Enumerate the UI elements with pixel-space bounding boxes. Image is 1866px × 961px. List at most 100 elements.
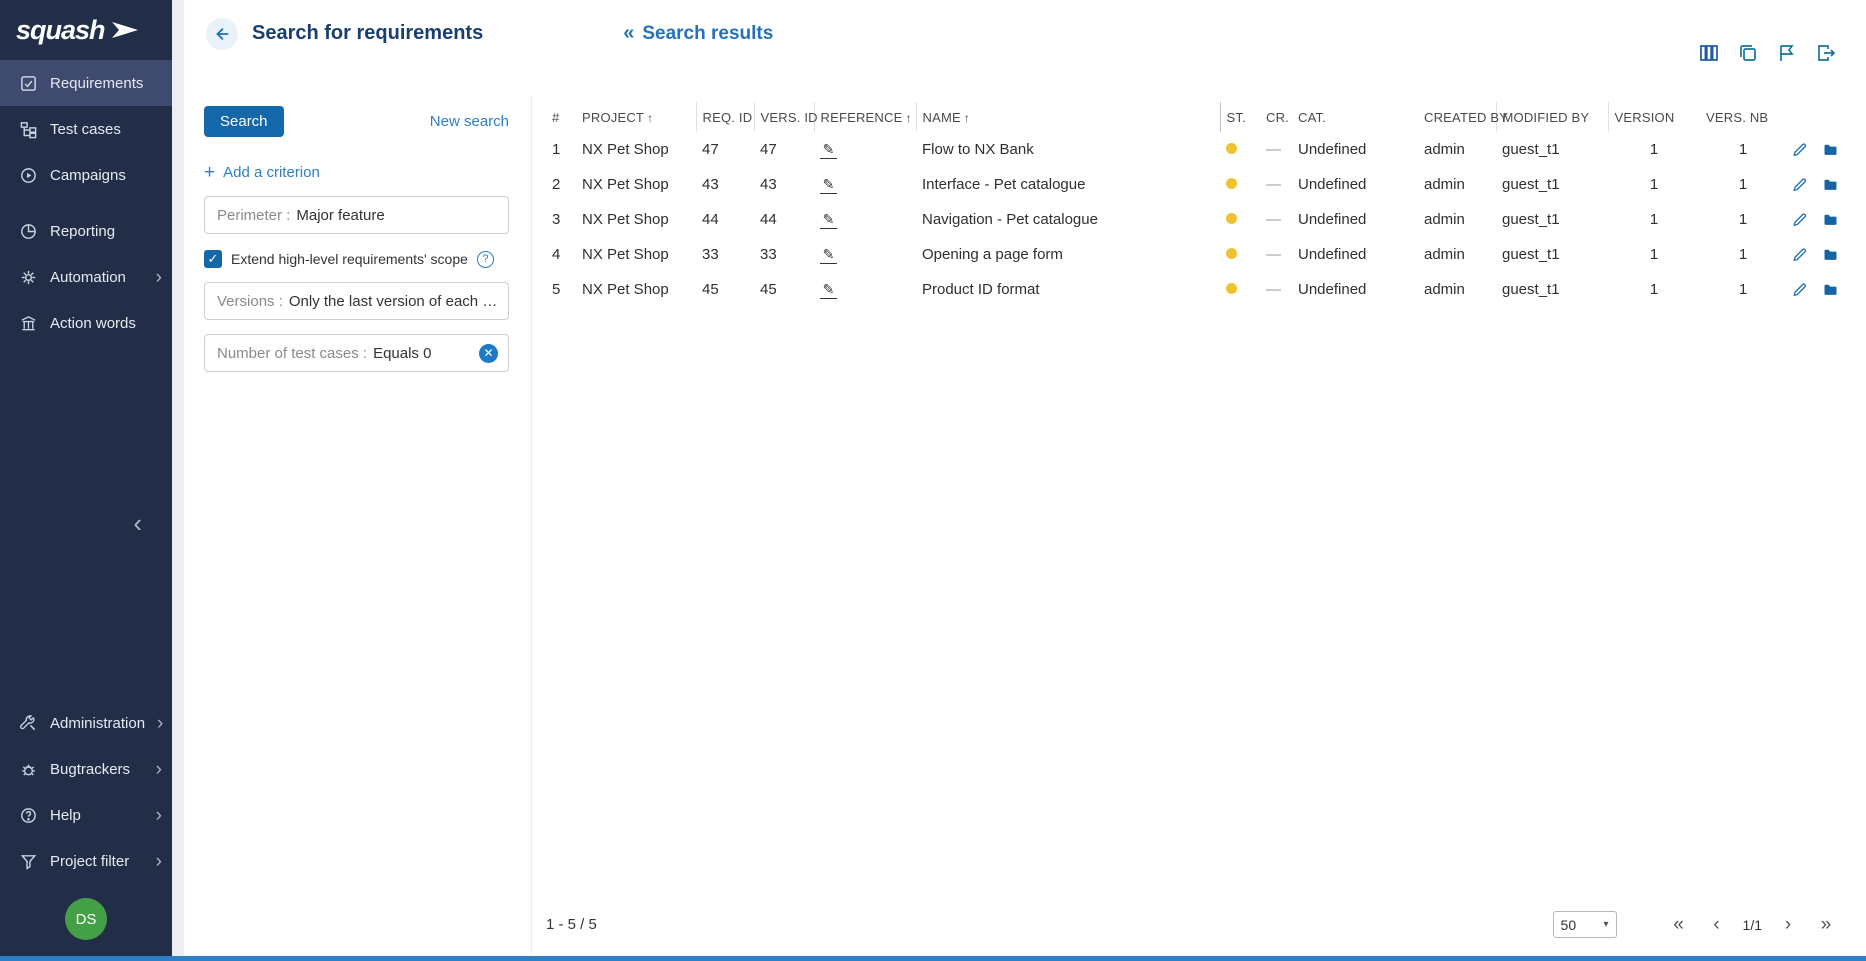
back-button[interactable] <box>206 18 238 50</box>
criterion-label: Perimeter : <box>217 207 290 224</box>
avatar[interactable]: DS <box>65 898 107 940</box>
sidebar-item-action-words[interactable]: Action words <box>0 300 172 346</box>
cell-name[interactable]: Flow to NX Bank <box>916 132 1220 167</box>
col-header-vers-nb[interactable]: VERS. NB <box>1700 102 1786 132</box>
edit-reference-icon[interactable]: ✎ <box>820 281 837 299</box>
status-dot-icon <box>1226 283 1237 294</box>
folder-icon[interactable] <box>1823 176 1838 194</box>
sidebar-item-requirements[interactable]: Requirements <box>0 60 172 106</box>
extend-scope-checkbox[interactable]: ✓ <box>204 250 222 268</box>
folder-icon[interactable] <box>1823 141 1838 159</box>
search-button[interactable]: Search <box>204 106 284 137</box>
sidebar-item-help[interactable]: Help › <box>0 792 172 838</box>
col-header-modified-by[interactable]: MODIFIED BY <box>1496 102 1608 132</box>
edit-pencil-icon[interactable] <box>1792 211 1807 229</box>
page-header: Search for requirements « Search results <box>184 0 1866 82</box>
col-header-req-id[interactable]: REQ. ID <box>696 102 754 132</box>
cell-num: 4 <box>546 237 576 272</box>
export-button[interactable] <box>1814 42 1838 66</box>
cell-reference: ✎ <box>814 132 916 167</box>
col-header-category[interactable]: CAT. <box>1292 102 1418 132</box>
table-row[interactable]: 3 NX Pet Shop 44 44 ✎ Navigation - Pet c… <box>546 202 1846 237</box>
result-range: 1 - 5 / 5 <box>546 916 597 933</box>
duplicate-button[interactable] <box>1736 42 1760 66</box>
edit-reference-icon[interactable]: ✎ <box>820 176 837 194</box>
edit-pencil-icon[interactable] <box>1792 281 1807 299</box>
col-header-status[interactable]: ST. <box>1220 102 1260 132</box>
col-header-criticality[interactable]: CR. <box>1260 102 1292 132</box>
remove-criterion-button[interactable]: ✕ <box>479 344 498 363</box>
next-page-button[interactable]: › <box>1776 913 1800 937</box>
test-cases-icon <box>18 119 38 139</box>
folder-icon[interactable] <box>1823 281 1838 299</box>
search-results-label: Search results <box>642 23 773 45</box>
add-criterion-link[interactable]: + Add a criterion <box>204 163 509 182</box>
first-page-button[interactable]: « <box>1667 913 1691 937</box>
col-header-version[interactable]: VERSION <box>1608 102 1700 132</box>
criterion-test-case-count[interactable]: Number of test cases : Equals 0 ✕ <box>204 334 509 372</box>
edit-reference-icon[interactable]: ✎ <box>820 211 837 229</box>
sidebar-item-label: Campaigns <box>50 167 126 184</box>
page-size-select[interactable]: 50 ▾ <box>1553 911 1617 938</box>
cell-status <box>1220 132 1260 167</box>
cell-name[interactable]: Product ID format <box>916 272 1220 307</box>
sidebar-item-campaigns[interactable]: Campaigns <box>0 152 172 198</box>
sidebar-item-label: Automation <box>50 269 126 286</box>
cell-category: Undefined <box>1292 237 1418 272</box>
cell-actions <box>1786 202 1846 237</box>
logo-arrow-icon <box>111 19 139 41</box>
search-results-link[interactable]: « Search results <box>623 22 773 45</box>
table-row[interactable]: 2 NX Pet Shop 43 43 ✎ Interface - Pet ca… <box>546 167 1846 202</box>
sidebar-item-automation[interactable]: Automation › <box>0 254 172 300</box>
col-header-name[interactable]: NAME↑ <box>916 102 1220 132</box>
sidebar-item-reporting[interactable]: Reporting <box>0 208 172 254</box>
cell-name[interactable]: Interface - Pet catalogue <box>916 167 1220 202</box>
table-row[interactable]: 4 NX Pet Shop 33 33 ✎ Opening a page for… <box>546 237 1846 272</box>
sidebar-item-test-cases[interactable]: Test cases <box>0 106 172 152</box>
col-header-vers-id[interactable]: VERS. ID <box>754 102 814 132</box>
cell-name[interactable]: Navigation - Pet catalogue <box>916 202 1220 237</box>
cell-project: NX Pet Shop <box>576 202 696 237</box>
bottom-accent-bar <box>0 956 1866 961</box>
sidebar-item-project-filter[interactable]: Project filter › <box>0 838 172 884</box>
folder-icon[interactable] <box>1823 211 1838 229</box>
edit-pencil-icon[interactable] <box>1792 246 1807 264</box>
criterion-versions[interactable]: Versions : Only the last version of each… <box>204 282 509 320</box>
edit-reference-icon[interactable]: ✎ <box>820 141 837 159</box>
sidebar-item-bugtrackers[interactable]: Bugtrackers › <box>0 746 172 792</box>
edit-pencil-icon[interactable] <box>1792 176 1807 194</box>
table-header-row: # PROJECT↑ REQ. ID VERS. ID REFERENCE↑ N… <box>546 102 1846 132</box>
cell-modified-by: guest_t1 <box>1496 237 1608 272</box>
edit-reference-icon[interactable]: ✎ <box>820 246 837 264</box>
configure-columns-button[interactable] <box>1697 42 1721 66</box>
sidebar-item-administration[interactable]: Administration › <box>0 700 172 746</box>
edit-pencil-icon[interactable] <box>1792 141 1807 159</box>
help-question-icon[interactable]: ? <box>477 251 494 268</box>
sidebar-item-label: Administration <box>50 715 145 732</box>
menu-group-gap <box>0 198 172 208</box>
squash-logo[interactable]: squash <box>0 0 172 60</box>
chevron-down-icon: ▾ <box>1604 919 1609 930</box>
folder-icon[interactable] <box>1823 246 1838 264</box>
criterion-perimeter[interactable]: Perimeter : Major feature <box>204 196 509 234</box>
table-row[interactable]: 5 NX Pet Shop 45 45 ✎ Product ID format … <box>546 272 1846 307</box>
cell-version: 1 <box>1608 272 1700 307</box>
col-header-project[interactable]: PROJECT↑ <box>576 102 696 132</box>
cell-name[interactable]: Opening a page form <box>916 237 1220 272</box>
col-header-num[interactable]: # <box>546 102 576 132</box>
table-row[interactable]: 1 NX Pet Shop 47 47 ✎ Flow to NX Bank — … <box>546 132 1846 167</box>
cell-modified-by: guest_t1 <box>1496 167 1608 202</box>
sidebar-collapse-button[interactable]: ‹ <box>133 510 142 536</box>
prev-page-button[interactable]: ‹ <box>1705 913 1729 937</box>
cell-status <box>1220 167 1260 202</box>
last-page-button[interactable]: » <box>1814 913 1838 937</box>
automation-icon <box>18 267 38 287</box>
new-search-link[interactable]: New search <box>430 113 509 130</box>
cell-vers-id: 33 <box>754 237 814 272</box>
col-header-reference[interactable]: REFERENCE↑ <box>814 102 916 132</box>
extend-scope-row[interactable]: ✓ Extend high-level requirements' scope … <box>204 250 509 268</box>
cell-category: Undefined <box>1292 202 1418 237</box>
col-header-created-by[interactable]: CREATED BY <box>1418 102 1496 132</box>
criterion-value: Only the last version of each requir... <box>289 293 498 310</box>
flag-button[interactable] <box>1775 42 1799 66</box>
